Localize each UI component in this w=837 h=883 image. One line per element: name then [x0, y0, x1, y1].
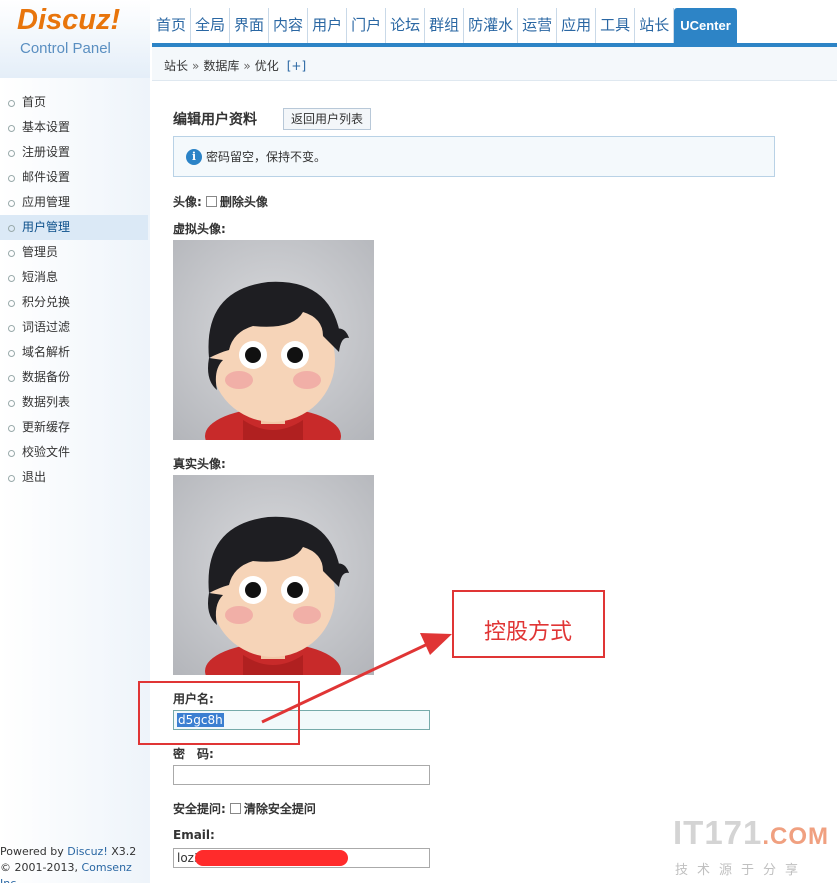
redaction-scribble — [195, 850, 348, 866]
watermark-logo: IT171.COM — [673, 814, 829, 852]
watermark-main: IT171 — [673, 814, 763, 851]
watermark-subtitle: 技术源于分享 — [675, 863, 808, 878]
annotation-arrow — [261, 633, 452, 724]
watermark-dotcom: .COM — [762, 823, 830, 850]
